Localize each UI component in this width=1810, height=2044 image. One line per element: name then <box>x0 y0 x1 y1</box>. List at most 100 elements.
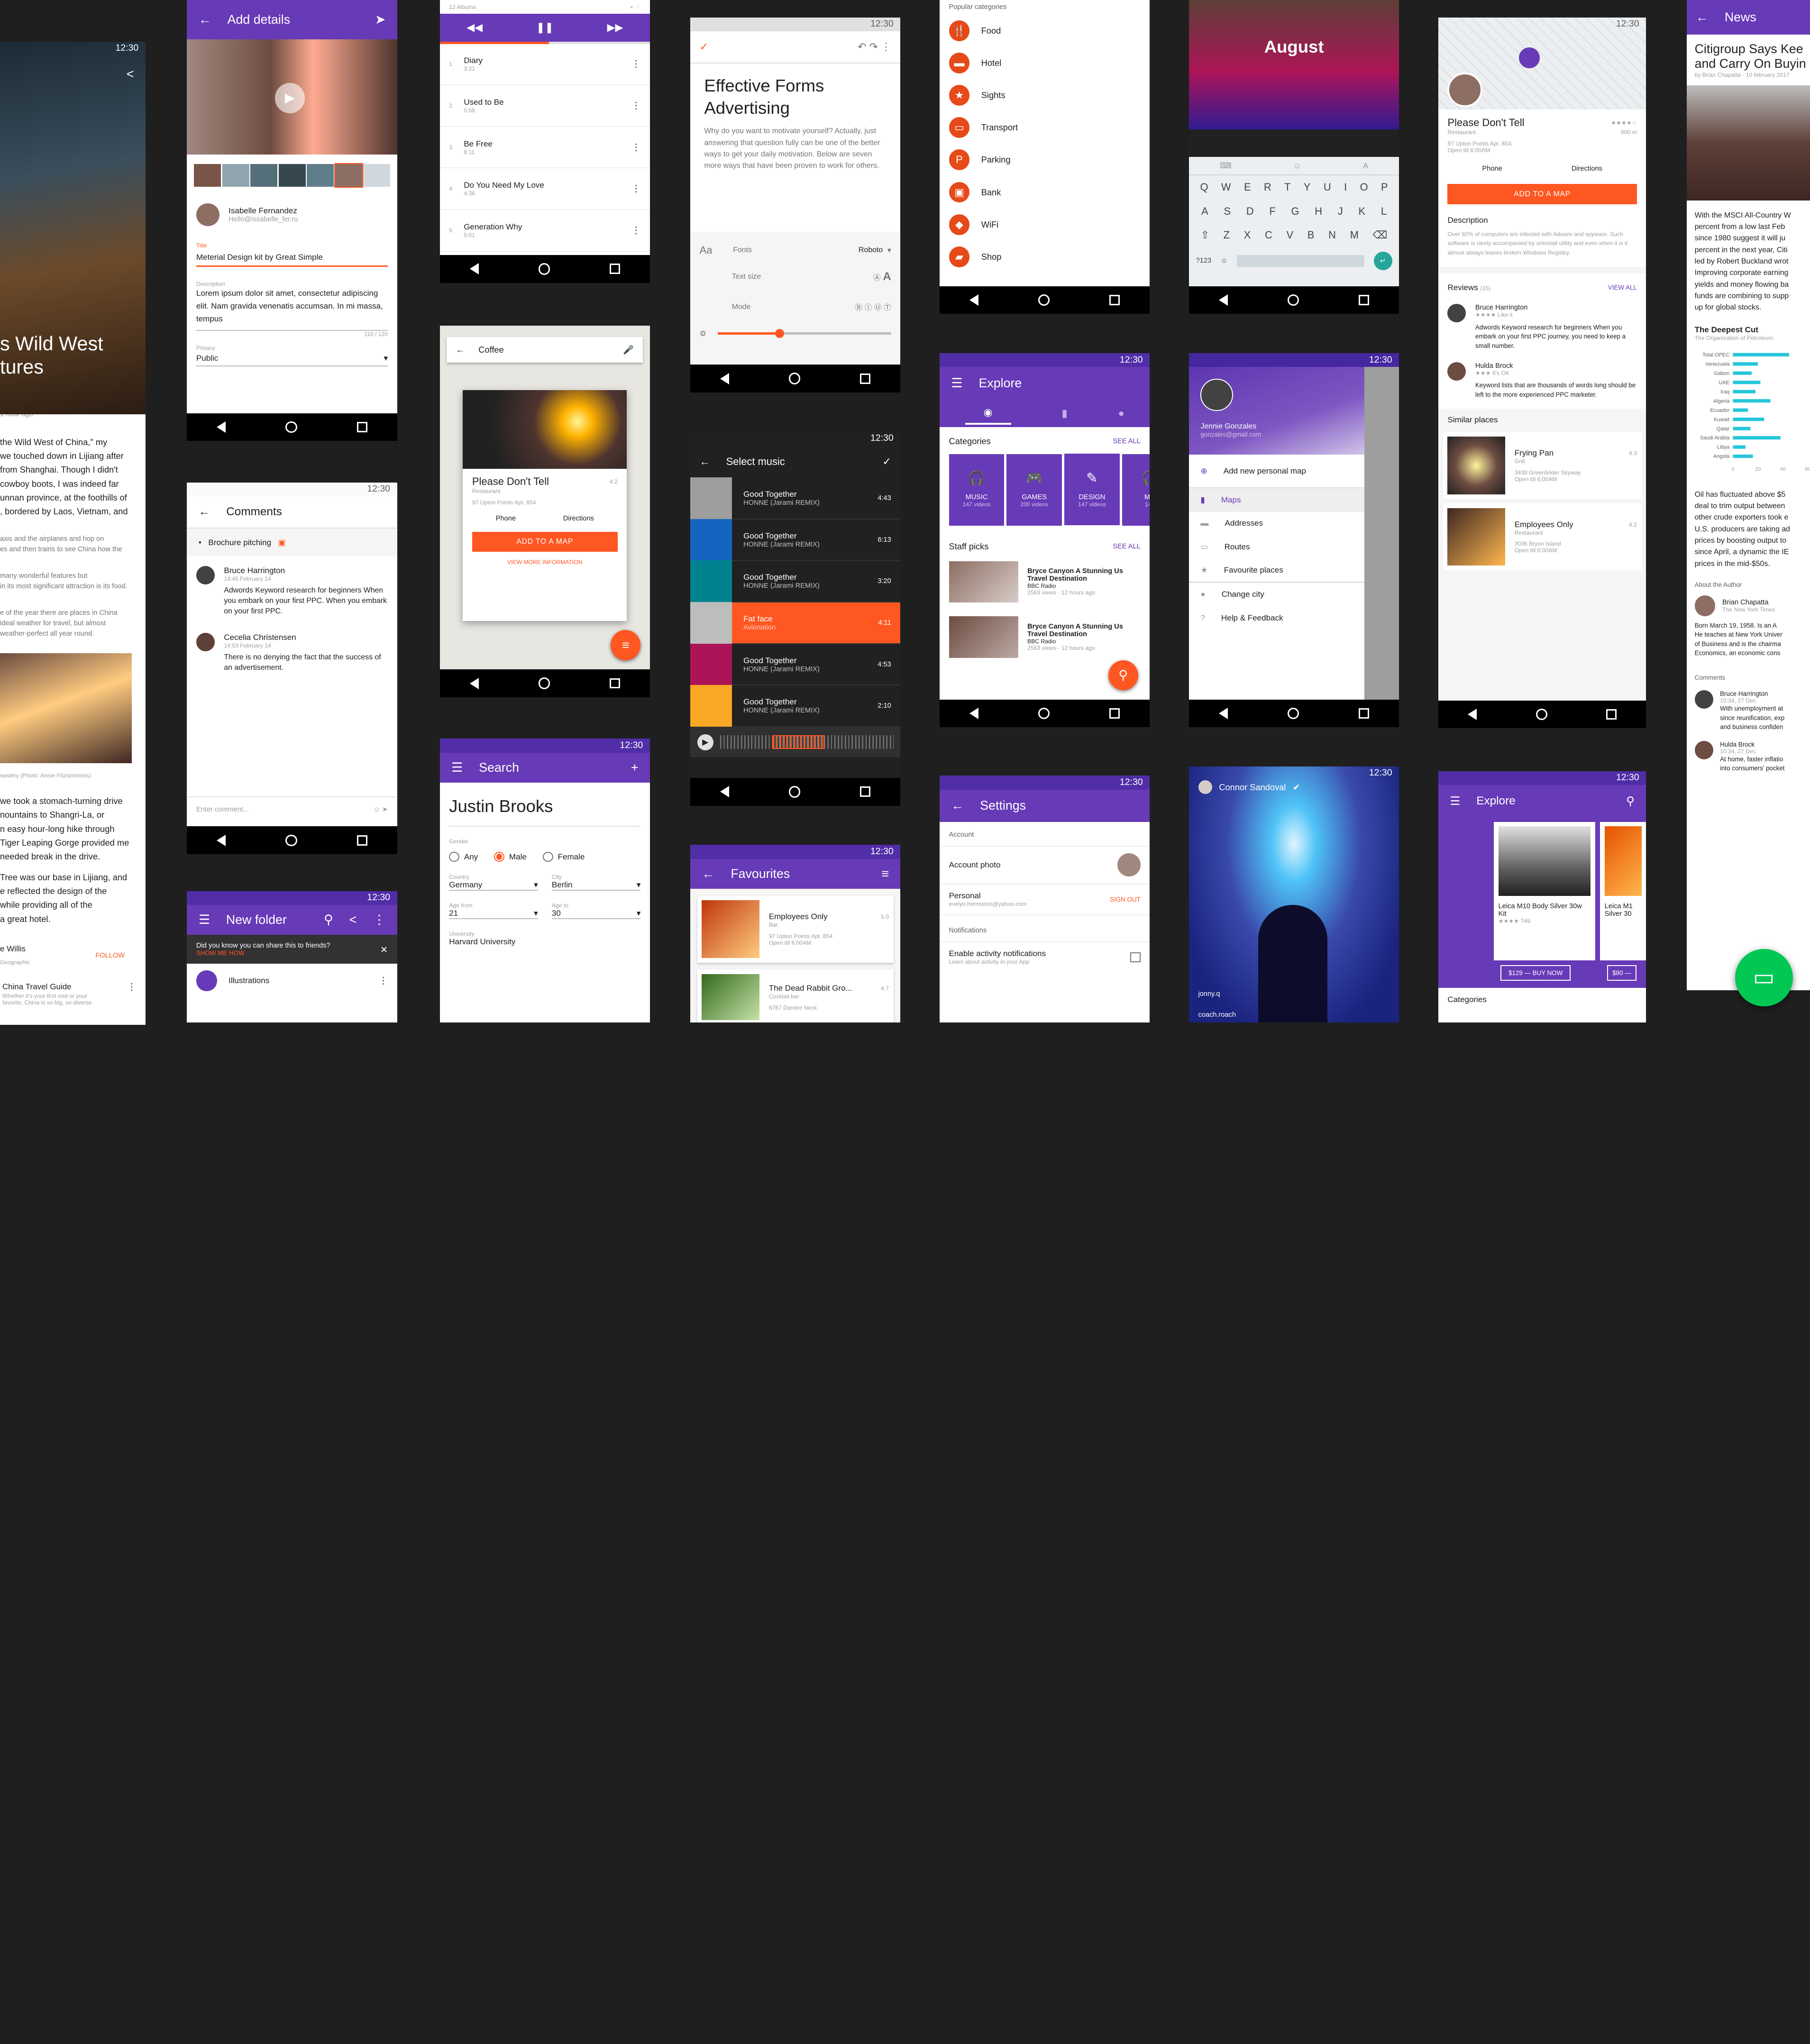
more-icon[interactable]: ⋮ <box>631 142 640 153</box>
favourite-item[interactable]: Employees Only 5.0 Bar 97 Upton Points Apt.… <box>697 895 894 963</box>
directions-button[interactable]: Directions <box>563 515 594 522</box>
mic-icon[interactable]: 🎤 <box>623 345 634 355</box>
drawer-item[interactable]: ? Help & Feedback <box>1189 606 1364 630</box>
menu-fab[interactable]: ≡ <box>611 630 641 660</box>
filter-icon[interactable]: ≡ <box>881 867 889 880</box>
back-arrow-icon[interactable]: ← <box>702 867 714 880</box>
tip-link[interactable]: SHOW ME HOW <box>196 949 388 957</box>
add-map-item[interactable]: ⊕ Add new personal map <box>1189 455 1364 487</box>
forward-icon[interactable]: ▶▶ <box>607 21 623 34</box>
bookmark-tab-icon[interactable]: ▮ <box>1062 407 1068 420</box>
mode-buttons[interactable]: Ⓑ Ⓘ Ⓤ Ⓣ <box>855 301 891 312</box>
follow-button[interactable]: FOLLOW <box>95 949 141 963</box>
photo-caption[interactable]: August <box>1189 37 1399 57</box>
more-icon[interactable]: ⋮ <box>631 58 640 70</box>
similar-place-item[interactable]: Frying Pan 4.3 Grill 3438 Greenfelder Skywa… <box>1443 432 1642 499</box>
track-row[interactable]: 4 Do You Need My Love 4:36 ⋮ <box>439 168 650 210</box>
recents-nav-icon[interactable] <box>610 264 620 274</box>
category-item[interactable]: ▬ Hotel <box>940 47 1150 79</box>
back-nav-icon[interactable] <box>969 707 979 719</box>
key[interactable]: K <box>1358 205 1365 218</box>
more-icon[interactable]: ⋮ <box>373 913 386 926</box>
music-item[interactable]: Good Together HONNE (Jarami REMIX) 6:13 <box>690 519 901 561</box>
see-all-link[interactable]: SEE ALL <box>1113 438 1140 445</box>
category-item[interactable]: ▭ Transport <box>940 111 1150 144</box>
key[interactable]: B <box>1307 229 1315 241</box>
check-icon[interactable]: ✓ <box>882 456 891 468</box>
buy-now-button[interactable]: $129 — BUY NOW <box>1500 965 1571 981</box>
category-item[interactable]: ◆ WiFi <box>940 209 1150 241</box>
place-card[interactable]: Please Don't Tell 4.2 Restaurant 97 Upton… <box>463 390 627 621</box>
city-select[interactable]: Berlin ▾ <box>551 880 641 891</box>
key[interactable]: G <box>1291 205 1299 218</box>
close-icon[interactable]: ✕ <box>380 944 388 956</box>
search-box[interactable]: ← Coffee 🎤 <box>447 337 643 363</box>
favourite-item[interactable]: The Dead Rabbit Gro... 4.7 Cocktail bar 676… <box>697 969 894 1023</box>
recents-nav-icon[interactable] <box>1359 295 1370 306</box>
track-row[interactable]: 5 Generation Why 5:01 ⋮ <box>439 210 650 252</box>
drawer-item[interactable]: ★ Favourite places <box>1189 558 1364 582</box>
name-field[interactable]: Justin Brooks <box>449 796 641 827</box>
share-icon[interactable]: < <box>349 913 357 926</box>
category-tile[interactable]: 🎧 MUSIC 147 videos <box>949 454 1005 526</box>
recents-nav-icon[interactable] <box>357 835 367 846</box>
back-arrow-icon[interactable]: ← <box>456 345 465 355</box>
home-nav-icon[interactable] <box>789 786 801 798</box>
key[interactable]: E <box>1244 181 1251 193</box>
play-icon[interactable]: ▶ <box>274 83 305 113</box>
key[interactable]: N <box>1328 229 1336 241</box>
folder-name[interactable]: Illustrations <box>229 976 367 986</box>
similar-place-item[interactable]: Employees Only 4.2 Restaurant 3036 Bryon Is… <box>1443 503 1642 571</box>
more-icon[interactable]: ⋮ <box>631 100 640 111</box>
category-tile[interactable]: ✎ DESIGN 147 videos <box>1064 454 1120 525</box>
key[interactable]: Z <box>1224 229 1230 241</box>
gender-radio[interactable]: Female <box>542 851 585 862</box>
track-row[interactable]: 1 Diary 3:21 ⋮ <box>439 44 650 86</box>
gender-radio[interactable]: Male <box>494 851 527 862</box>
brightness-slider[interactable] <box>718 328 891 338</box>
age-from-select[interactable]: 21 ▾ <box>449 909 538 920</box>
home-nav-icon[interactable] <box>285 421 297 433</box>
notification-checkbox[interactable] <box>1130 952 1141 963</box>
key[interactable]: D <box>1246 205 1254 218</box>
key[interactable]: A <box>1201 205 1208 218</box>
profile-tab-icon[interactable]: ● <box>1118 407 1124 420</box>
country-select[interactable]: Germany ▾ <box>449 880 538 891</box>
home-nav-icon[interactable] <box>285 834 297 846</box>
back-nav-icon[interactable] <box>1468 709 1477 721</box>
key[interactable]: S <box>1224 205 1231 218</box>
recents-nav-icon[interactable] <box>1606 709 1617 720</box>
key[interactable]: C <box>1265 229 1272 241</box>
music-item[interactable]: Good Together HONNE (Jarami REMIX) 3:20 <box>690 560 901 603</box>
recents-nav-icon[interactable] <box>357 421 367 432</box>
emoji-icon[interactable]: ☺ ➤ <box>373 805 388 813</box>
video-preview[interactable]: ▶ <box>187 39 397 155</box>
privacy-select[interactable]: Public ▾ <box>196 351 388 366</box>
sign-out-button[interactable]: SIGN OUT <box>1110 896 1141 903</box>
view-more-link[interactable]: VIEW MORE INFORMATION <box>472 559 618 566</box>
key[interactable]: F <box>1269 205 1275 218</box>
music-item[interactable]: Good Together HONNE (Jarami REMIX) 2:10 <box>690 685 901 728</box>
back-arrow-icon[interactable]: ← <box>700 456 710 468</box>
drawer-item[interactable]: ▭ Routes <box>1189 535 1364 558</box>
share-icon[interactable]: < <box>127 67 134 82</box>
back-arrow-icon[interactable]: ← <box>951 799 964 812</box>
check-icon[interactable]: ✓ <box>700 41 708 53</box>
menu-icon[interactable]: ☰ <box>951 377 962 390</box>
category-item[interactable]: 🍴 Food <box>940 15 1150 47</box>
back-nav-icon[interactable] <box>217 834 226 846</box>
frame-strip[interactable] <box>187 155 397 196</box>
rewind-icon[interactable]: ◀◀ <box>466 21 483 34</box>
back-nav-icon[interactable] <box>720 786 730 798</box>
back-nav-icon[interactable] <box>969 294 979 306</box>
key[interactable]: X <box>1244 229 1251 241</box>
recents-nav-icon[interactable] <box>610 678 620 689</box>
text-size-buttons[interactable]: Ⓐ A <box>873 270 891 283</box>
gender-radio[interactable]: Any <box>449 851 478 862</box>
map-view[interactable]: 12:30 <box>1438 17 1646 110</box>
back-arrow-icon[interactable]: ← <box>1696 11 1709 24</box>
back-nav-icon[interactable] <box>1219 294 1228 306</box>
more-icon[interactable]: ⋮ <box>631 225 640 236</box>
personal-row[interactable]: Personal evelyn.hermiston@yahoo.com SIGN O… <box>940 883 1150 914</box>
recents-nav-icon[interactable] <box>1109 295 1120 306</box>
